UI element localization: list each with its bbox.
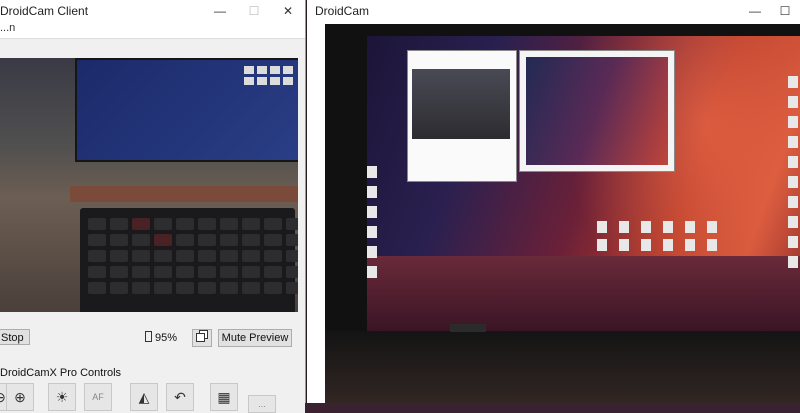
copy-icon: [196, 330, 208, 342]
rotate-button[interactable]: ↶: [166, 383, 194, 411]
maximize-button[interactable]: ☐: [237, 4, 271, 18]
copy-button[interactable]: [192, 329, 212, 347]
zoom-out-icon: ⊖: [0, 389, 6, 406]
menu-item[interactable]: ...n: [0, 22, 15, 34]
mute-preview-button[interactable]: Mute Preview: [218, 329, 292, 347]
preview-laptop-edge: [70, 186, 298, 202]
brightness-button[interactable]: ☀: [48, 383, 76, 411]
title-bar: DroidCam Client — ☐ ✕: [0, 0, 305, 22]
menu-bar[interactable]: ...n: [0, 22, 305, 39]
title-bar: DroidCam — ☐: [307, 0, 800, 22]
nested-preview: [412, 69, 510, 139]
rotate-icon: ↶: [174, 388, 186, 405]
droidcam-client-window: DroidCam Client — ☐ ✕ ...n Stop 95% Mute…: [0, 0, 306, 413]
pro-controls: ⊖ ⊕ ☀ AF ◭ ↶ ▦ ...: [0, 383, 300, 413]
desktop-icons-middle: [597, 221, 717, 251]
stop-button[interactable]: Stop: [0, 329, 30, 345]
battery-level: 95%: [155, 332, 178, 344]
zoom-in-button[interactable]: ⊕: [6, 383, 34, 411]
mirror-icon: ◭: [138, 388, 150, 405]
minimize-button[interactable]: —: [203, 4, 237, 18]
more-icon: ...: [258, 399, 266, 409]
pro-controls-label: DroidCamX Pro Controls: [0, 367, 122, 379]
battery-icon: [145, 331, 152, 342]
mirror-button[interactable]: ◭: [130, 383, 158, 411]
camera-preview: [0, 58, 298, 312]
battery-status: 95%: [145, 331, 177, 344]
nested-feed: [526, 57, 668, 165]
preview-desktop-icons: [244, 66, 293, 85]
background-desktop-strip: [305, 403, 800, 413]
more-button[interactable]: ...: [248, 395, 276, 413]
window-title: DroidCam: [315, 4, 370, 18]
brightness-icon: ☀: [55, 388, 69, 405]
preview-laptop-screen: [75, 58, 298, 162]
resolution-icon: ▦: [217, 388, 231, 405]
zoom-in-icon: ⊕: [14, 388, 26, 405]
close-button[interactable]: ✕: [271, 4, 305, 18]
desktop-icons-right: [788, 76, 798, 268]
window-title: DroidCam Client: [0, 4, 89, 18]
desktop-icons-left: [367, 166, 377, 278]
autofocus-icon: AF: [92, 392, 104, 402]
control-row: Stop 95% Mute Preview: [0, 328, 300, 348]
camera-feed: [325, 24, 800, 413]
resolution-button[interactable]: ▦: [210, 383, 238, 411]
laptop-bezel: [325, 331, 800, 413]
preview-keys: [88, 218, 298, 294]
autofocus-button[interactable]: AF: [84, 383, 112, 411]
minimize-button[interactable]: —: [740, 4, 770, 18]
nested-droidcam-window: [519, 50, 675, 172]
nested-client-window: [407, 50, 517, 182]
droidcam-window: DroidCam — ☐: [307, 0, 800, 413]
captured-desktop: [367, 36, 800, 331]
maximize-button[interactable]: ☐: [770, 4, 800, 18]
wallpaper-floor: [367, 256, 800, 331]
laptop-logo: [450, 324, 486, 332]
